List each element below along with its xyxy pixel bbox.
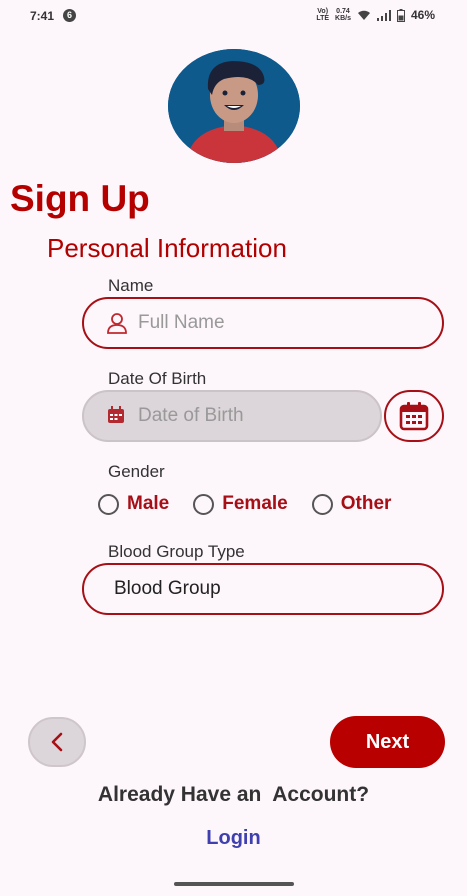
next-button[interactable]: Next [330, 716, 445, 768]
gender-option-label: Other [340, 493, 392, 514]
avatar-illustration-icon [168, 49, 300, 163]
calendar-icon [399, 402, 429, 431]
dob-input[interactable]: Date of Birth [82, 390, 382, 442]
battery-level: 46% [410, 8, 435, 22]
battery-icon [396, 8, 405, 22]
calendar-small-icon [106, 405, 128, 427]
network-label-top: Vo) [317, 8, 329, 15]
status-bar: 7:41 6 Vo) LTE 0.74 KB/s 46% [0, 0, 467, 32]
name-label: Name [108, 276, 154, 295]
network-label-bottom: LTE [316, 15, 330, 22]
gender-label: Gender [108, 462, 165, 481]
blood-group-select[interactable]: Blood Group [82, 563, 444, 615]
section-subtitle: Personal Information [47, 233, 287, 263]
status-right-group: Vo) LTE 0.74 KB/s 46% [316, 8, 435, 22]
back-button[interactable] [28, 717, 86, 767]
gender-option-label: Female [222, 493, 288, 514]
gender-radio-group: Male Female Other [98, 493, 415, 515]
full-name-placeholder: Full Name [138, 312, 225, 333]
dob-label: Date Of Birth [108, 369, 207, 388]
signal-icon [376, 9, 391, 21]
calendar-picker-button[interactable] [384, 390, 444, 442]
dob-placeholder: Date of Birth [138, 405, 244, 426]
status-time: 7:41 [30, 9, 55, 23]
person-icon [106, 312, 128, 334]
notification-badge: 6 [63, 9, 76, 22]
full-name-input[interactable]: Full Name [82, 297, 444, 349]
radio-circle-icon[interactable] [193, 493, 215, 515]
gender-option-other[interactable]: Other [311, 493, 392, 515]
speed-value: 0.74 [336, 8, 350, 15]
gender-option-label: Male [127, 493, 170, 514]
gender-option-male[interactable]: Male [98, 493, 169, 515]
speed-unit: KB/s [335, 15, 351, 22]
gender-option-female[interactable]: Female [193, 493, 288, 515]
already-have-account-text: Already Have an Account? [97, 783, 370, 806]
login-link[interactable]: Login [0, 827, 467, 850]
navigation-handle[interactable] [174, 882, 294, 886]
radio-circle-icon[interactable] [311, 493, 333, 515]
blood-group-value: Blood Group [114, 578, 221, 599]
blood-group-label: Blood Group Type [108, 542, 245, 561]
wifi-icon [357, 10, 370, 20]
avatar [168, 49, 300, 163]
chevron-left-icon [51, 732, 63, 752]
network-speed: 0.74 KB/s [335, 8, 351, 22]
page-title: Sign Up [10, 178, 150, 219]
radio-circle-icon[interactable] [98, 493, 119, 515]
network-type: Vo) LTE [316, 8, 329, 22]
